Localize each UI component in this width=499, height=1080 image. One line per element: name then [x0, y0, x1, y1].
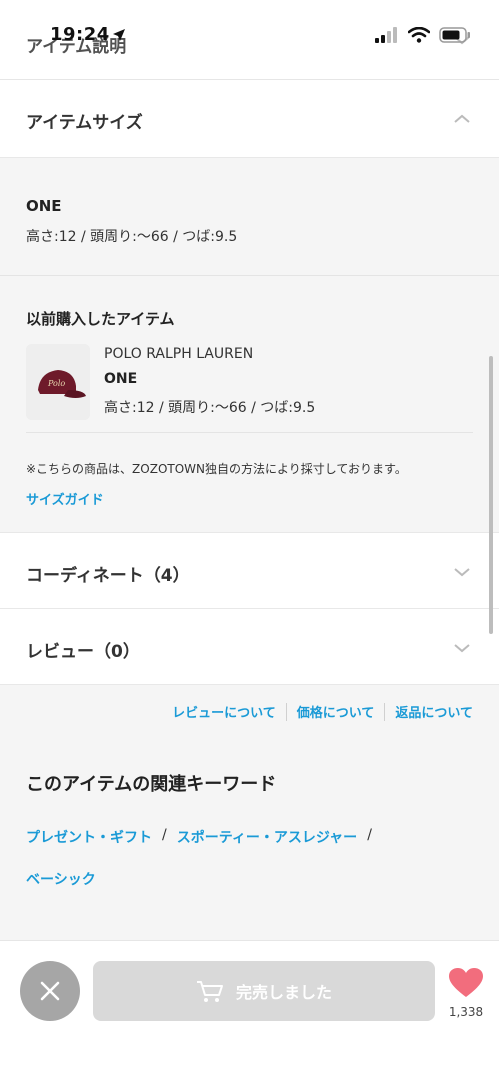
review-info-link[interactable]: レビューについて [172, 702, 276, 721]
divider [0, 275, 499, 276]
keyword-link[interactable]: スポーティー・アスレジャー [177, 827, 357, 847]
link-divider [384, 702, 386, 721]
item-size-title: アイテムサイズ [26, 113, 143, 133]
sold-out-label: 完売しました [235, 983, 332, 1002]
product-size-detail: 高さ:12 / 頭周り:〜66 / つば:9.5 [104, 400, 316, 416]
cap-image: Polo [26, 344, 90, 420]
battery-icon [439, 27, 470, 43]
chevron-down-icon[interactable] [453, 566, 471, 578]
sold-out-button[interactable]: 完売しました [93, 961, 435, 1021]
wifi-icon [408, 27, 430, 43]
keywords-title: このアイテムの関連キーワード [26, 774, 277, 795]
size-guide-link[interactable]: サイズガイド [26, 489, 104, 508]
previous-purchase-title: 以前購入したアイテム [26, 310, 175, 328]
product-size: ONE [104, 371, 138, 387]
scrollbar[interactable] [489, 356, 493, 634]
price-info-link[interactable]: 価格について [297, 702, 375, 721]
keyword-separator: / [367, 827, 372, 843]
cart-icon [196, 981, 223, 1002]
svg-text:Polo: Polo [47, 379, 65, 388]
coordinate-row[interactable]: コーディネート（4） [0, 532, 499, 609]
product-brand: POLO RALPH LAUREN [104, 346, 254, 362]
keyword-separator: / [162, 827, 167, 843]
coordinate-title: コーディネート（4） [26, 566, 190, 586]
size-detail: 高さ:12 / 頭周り:〜66 / つば:9.5 [26, 229, 238, 245]
measurement-note: ※こちらの商品は、ZOZOTOWN独自の方法により採寸しております。 [26, 462, 407, 476]
product-thumbnail[interactable]: Polo [26, 344, 90, 420]
chevron-up-icon[interactable] [453, 113, 471, 125]
size-name: ONE [26, 197, 62, 215]
bottom-action-bar: 完売しました 1,338 [0, 940, 499, 1080]
keyword-link[interactable]: ベーシック [26, 869, 96, 889]
status-icons [375, 27, 471, 43]
favorite-count: 1,338 [448, 1005, 484, 1019]
cellular-icon [375, 27, 397, 43]
divider [26, 432, 473, 433]
info-links: レビューについて 価格について 返品について [172, 702, 473, 721]
status-bar: アイテム説明 19:24 [0, 0, 499, 80]
status-time: 19:24 [50, 24, 110, 45]
keywords-list: プレゼント・ギフト / スポーティー・アスレジャー / [26, 827, 372, 847]
review-row[interactable]: レビュー（0） [0, 609, 499, 685]
keyword-link[interactable]: プレゼント・ギフト [26, 827, 152, 847]
link-divider [285, 702, 287, 721]
close-icon [40, 981, 60, 1001]
favorite-button[interactable]: 1,338 [446, 967, 486, 1019]
location-arrow-icon [113, 29, 125, 41]
return-info-link[interactable]: 返品について [395, 702, 473, 721]
close-button[interactable] [20, 961, 80, 1021]
heart-icon [449, 968, 483, 997]
chevron-down-icon[interactable] [453, 642, 471, 654]
review-title: レビュー（0） [26, 642, 140, 662]
item-size-header[interactable]: アイテムサイズ [0, 80, 499, 158]
